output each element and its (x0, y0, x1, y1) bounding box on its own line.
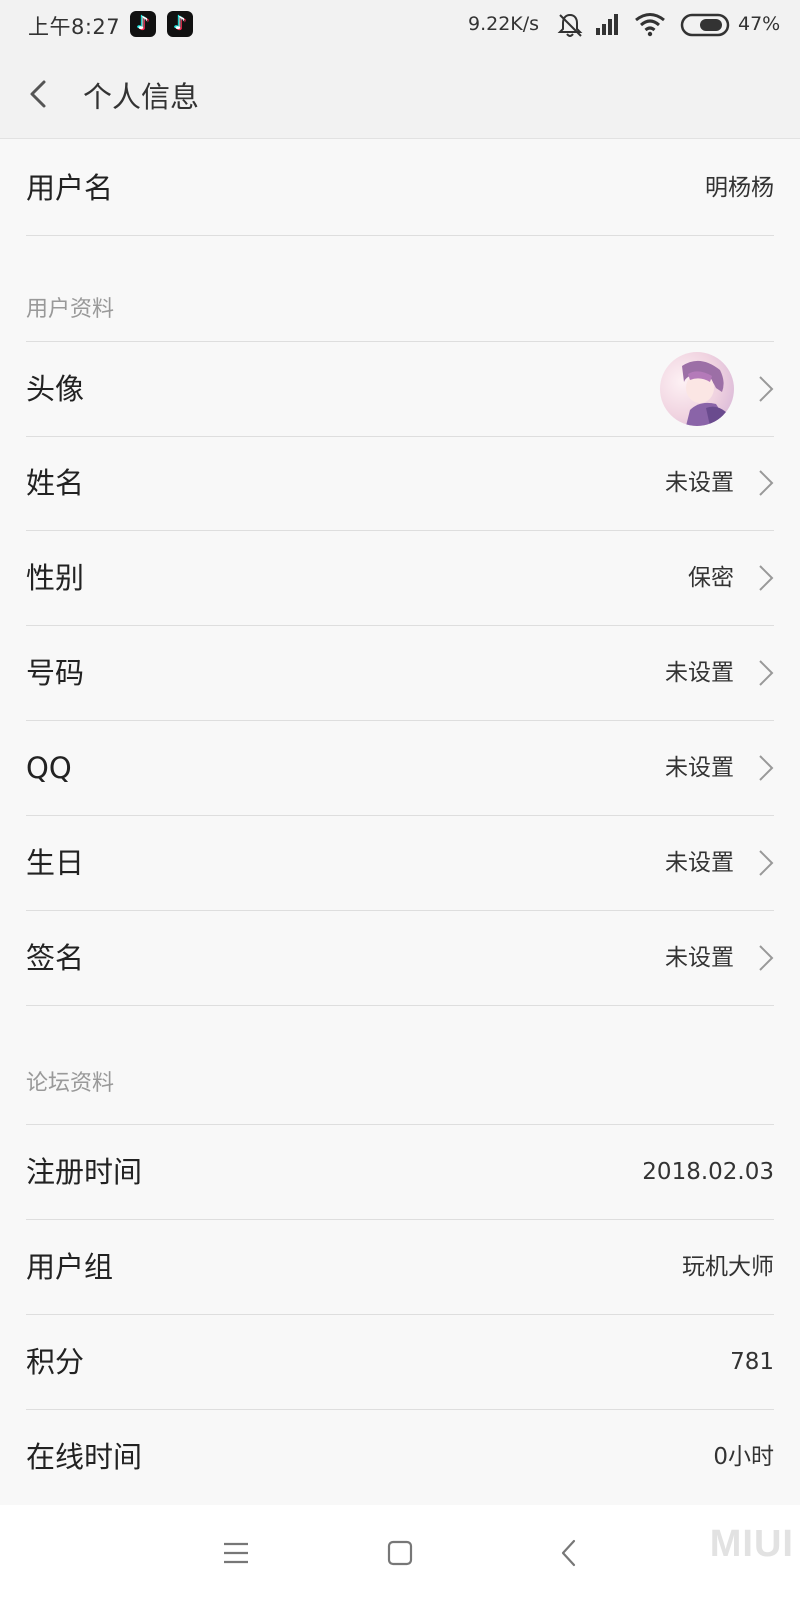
row-value: 781 (730, 1349, 774, 1375)
row-label: 姓名 (26, 466, 85, 500)
chevron-right-icon (759, 660, 774, 686)
row-label: 在线时间 (26, 1440, 143, 1474)
forum-row-user-group: 用户组 玩机大师 (26, 1220, 774, 1315)
forum-row-points: 积分 781 (26, 1315, 774, 1410)
page-title: 个人信息 (83, 80, 200, 114)
forum-row-online-time: 在线时间 0小时 (26, 1410, 774, 1504)
row-value: 未设置 (665, 755, 734, 781)
back-icon[interactable] (544, 1528, 594, 1578)
app-header: 个人信息 (0, 50, 800, 139)
status-time: 上午8:27 (28, 15, 121, 39)
row-label: 号码 (26, 656, 85, 690)
row-label: 积分 (26, 1345, 85, 1379)
row-value: 未设置 (665, 945, 734, 971)
chevron-right-icon (759, 470, 774, 496)
avatar (660, 352, 734, 426)
chevron-right-icon (759, 376, 774, 402)
row-value: 未设置 (665, 850, 734, 876)
home-icon[interactable] (375, 1528, 425, 1578)
profile-row-qq[interactable]: QQ 未设置 (26, 721, 774, 816)
row-value: 未设置 (665, 470, 734, 496)
avatar-label: 头像 (26, 372, 85, 406)
wifi-icon (635, 13, 665, 37)
profile-row-name[interactable]: 姓名 未设置 (26, 436, 774, 531)
back-button[interactable] (20, 70, 60, 118)
row-label: 签名 (26, 941, 85, 975)
section-header-forum: 论坛资料 (26, 1071, 115, 1096)
status-bar: 上午8:27 ♪ ♪ 9.22K/s 47% (0, 0, 800, 50)
row-label: 生日 (26, 846, 85, 880)
chevron-right-icon (759, 565, 774, 591)
profile-row-birthday[interactable]: 生日 未设置 (26, 816, 774, 911)
row-value: 保密 (688, 565, 734, 591)
bell-muted-icon (557, 13, 583, 37)
username-row: 用户名 明杨杨 (26, 141, 774, 236)
row-label: 性别 (26, 561, 85, 595)
row-value: 未设置 (665, 660, 734, 686)
row-label: QQ (26, 751, 72, 785)
battery-icon (680, 13, 730, 37)
section-header-profile: 用户资料 (26, 297, 115, 322)
menu-icon[interactable] (211, 1528, 261, 1578)
avatar-row[interactable]: 头像 (26, 342, 774, 437)
username-value: 明杨杨 (705, 175, 774, 201)
chevron-right-icon (759, 755, 774, 781)
signal-icon (596, 14, 618, 35)
miui-watermark: MIUI (709, 1523, 794, 1565)
profile-row-gender[interactable]: 性别 保密 (26, 531, 774, 626)
row-label: 用户组 (26, 1250, 114, 1284)
row-value: 2018.02.03 (642, 1159, 774, 1185)
profile-row-signature[interactable]: 签名 未设置 (26, 911, 774, 1006)
chevron-right-icon (759, 945, 774, 971)
navigation-bar: MIUI (0, 1505, 800, 1600)
row-label: 注册时间 (26, 1155, 143, 1189)
row-value: 0小时 (713, 1444, 774, 1470)
row-value: 玩机大师 (682, 1254, 774, 1280)
battery-percentage: 47% (738, 13, 781, 35)
chevron-right-icon (759, 850, 774, 876)
tiktok-icon: ♪ (167, 11, 193, 37)
tiktok-icon: ♪ (130, 11, 156, 37)
network-speed: 9.22K/s (468, 13, 540, 35)
profile-row-phone[interactable]: 号码 未设置 (26, 626, 774, 721)
profile-list: 用户名 明杨杨 用户资料 头像 姓名 未设置 性别 保密 号码 未设置 QQ 未… (0, 139, 800, 1505)
forum-row-register-time: 注册时间 2018.02.03 (26, 1125, 774, 1220)
username-label: 用户名 (26, 171, 114, 205)
